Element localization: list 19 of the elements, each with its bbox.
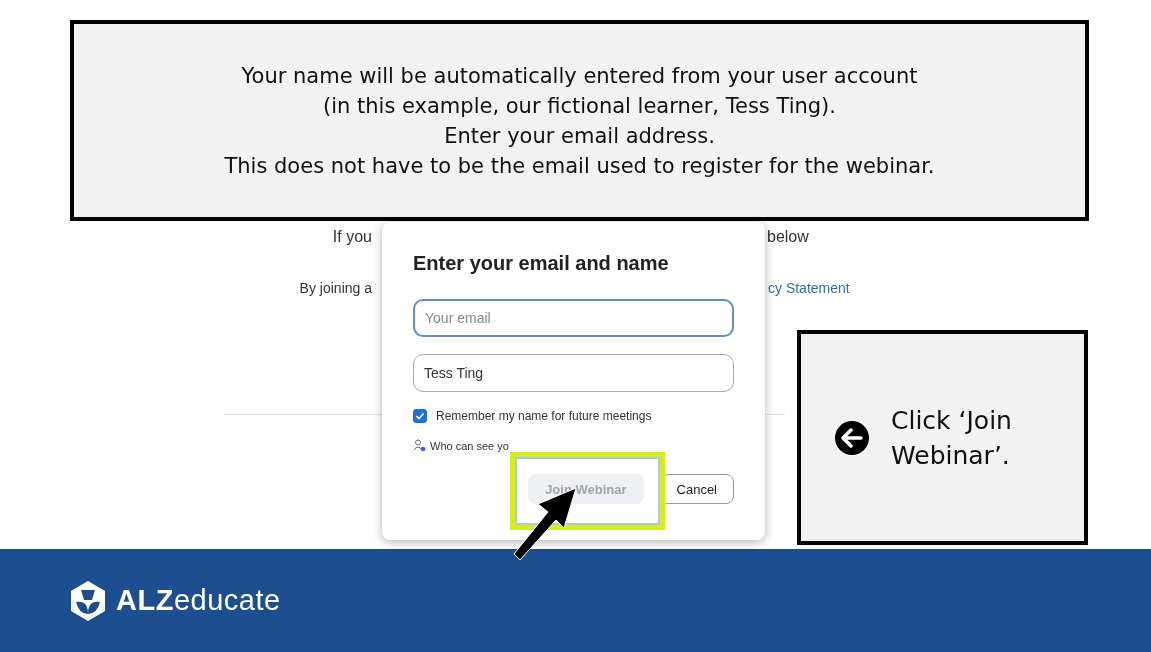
logo-icon [68, 579, 108, 622]
logo-text: ALZeducate [116, 584, 281, 617]
privacy-statement-link[interactable]: cy Statement [768, 280, 850, 296]
email-field[interactable]: Your email [413, 299, 734, 337]
dialog-title: Enter your email and name [413, 252, 670, 275]
page-text: below [767, 228, 809, 246]
callout-line: This does not have to be the email used to register for the webinar. [224, 153, 935, 178]
page-text: If you [332, 228, 372, 246]
callout-line: Your name will be automatically entered from your user account [241, 63, 918, 88]
checkbox-label: Remember my name for future meetings [436, 409, 652, 423]
page-text: By joining a [299, 280, 372, 296]
checkbox[interactable] [413, 409, 427, 423]
check-icon [415, 411, 425, 421]
person-icon [413, 439, 426, 452]
callout-line: (in this example, our fictional learner, Tess Ting). [323, 93, 836, 118]
name-field[interactable]: Tess Ting [413, 354, 734, 392]
callout-text: Click ‘Join Webinar’. [891, 404, 1013, 472]
callout-line: Enter your email address. [444, 123, 715, 148]
privacy-info-link[interactable]: Who can see yo [430, 439, 509, 452]
